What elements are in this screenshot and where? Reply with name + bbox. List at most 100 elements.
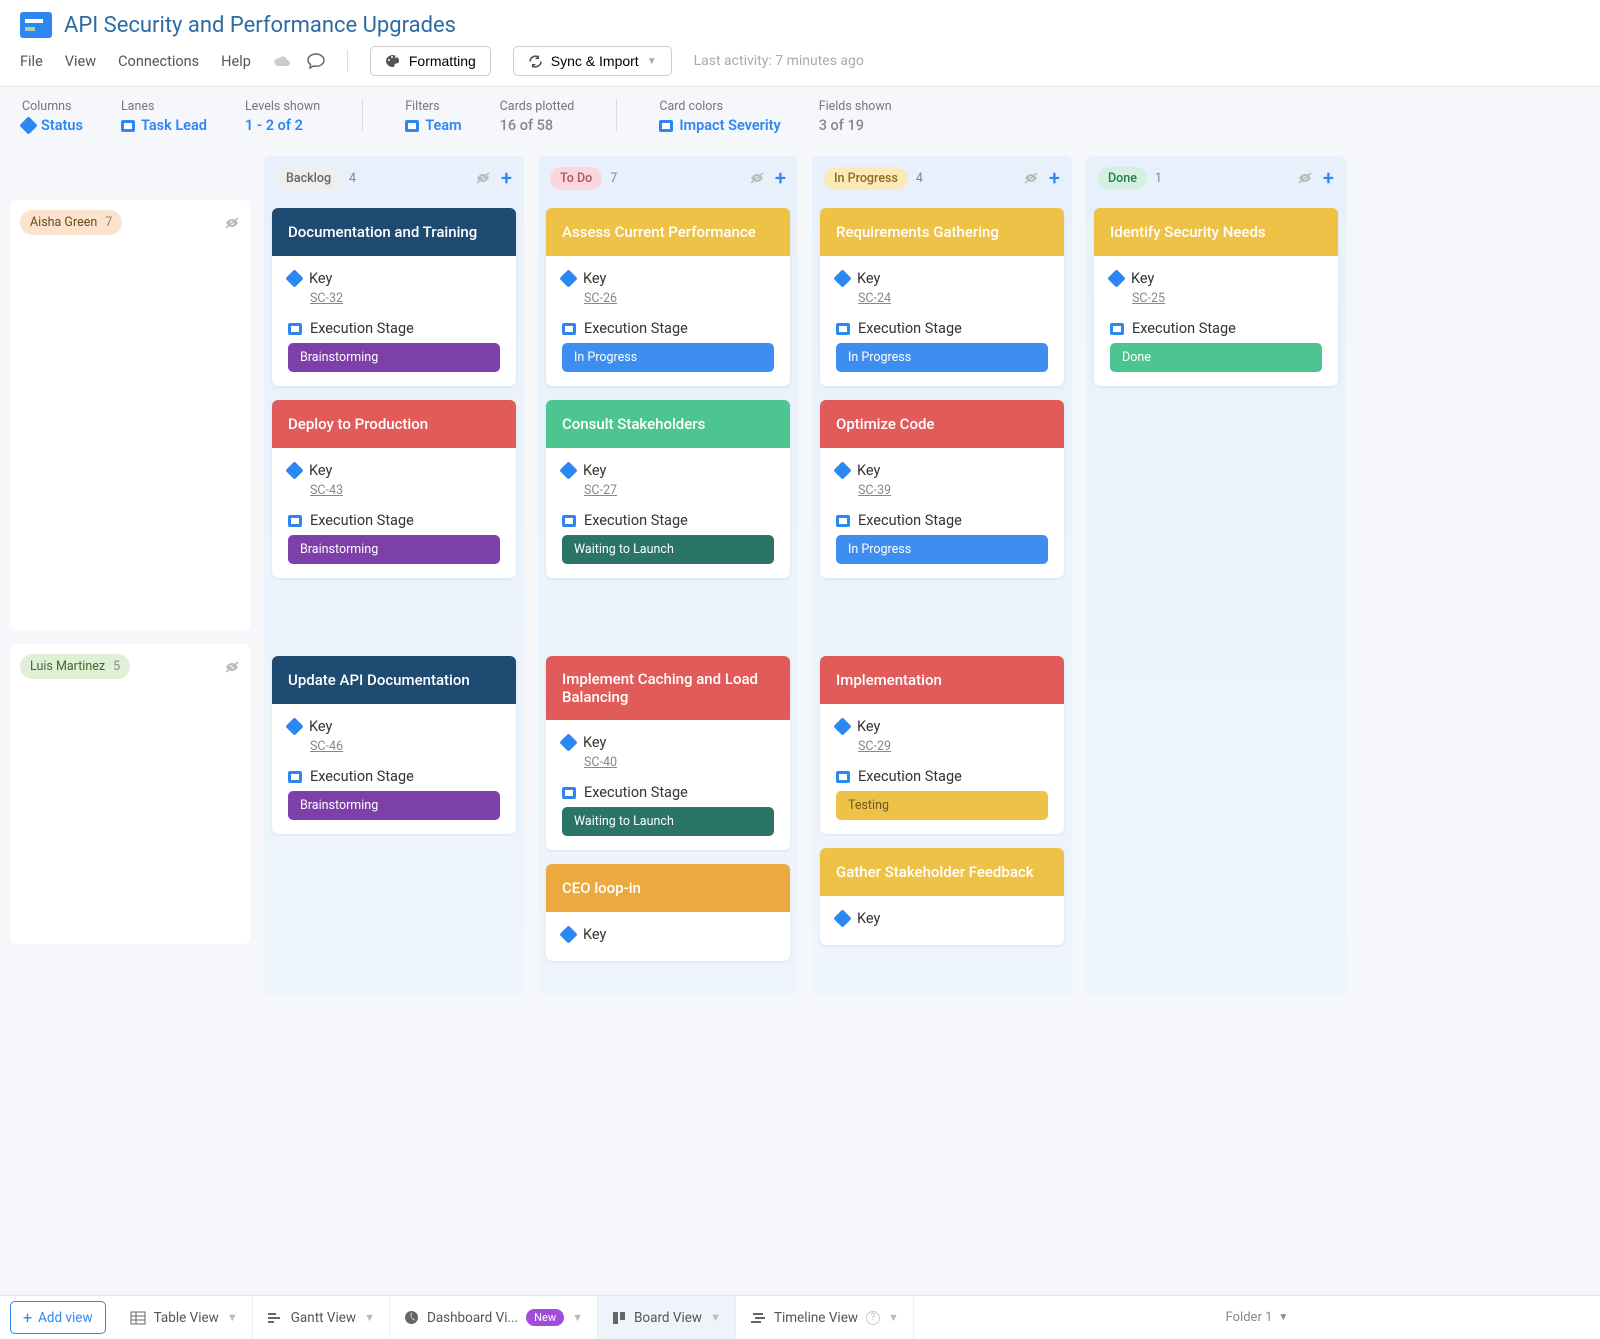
- sync-import-button[interactable]: Sync & Import ▼: [513, 46, 672, 76]
- key-value[interactable]: SC-46: [310, 739, 500, 754]
- diamond-icon: [833, 717, 851, 735]
- comment-icon[interactable]: [307, 53, 325, 69]
- tab-board-view[interactable]: Board View▼: [598, 1296, 736, 1339]
- help-icon[interactable]: ?: [866, 1311, 880, 1325]
- filter-value: Task Lead: [141, 117, 207, 134]
- bottom-tabs: + Add view Table View▼ Gantt View▼ Dashb…: [0, 1295, 1600, 1339]
- hide-column-icon[interactable]: [1023, 171, 1039, 185]
- key-label: Key: [309, 270, 332, 287]
- column-count: 7: [610, 171, 617, 186]
- formatting-button[interactable]: Formatting: [370, 46, 491, 76]
- add-card-icon[interactable]: +: [1323, 166, 1334, 190]
- filter-columns[interactable]: Columns Status: [22, 99, 83, 134]
- column-name-pill[interactable]: Done: [1098, 167, 1147, 190]
- column-name-pill[interactable]: In Progress: [824, 167, 908, 190]
- column-backlog: Backlog 4 + Documentation and Training K…: [264, 156, 524, 995]
- tab-table-view[interactable]: Table View▼: [116, 1296, 253, 1339]
- hide-column-icon[interactable]: [475, 171, 491, 185]
- kanban-card[interactable]: Documentation and Training Key SC-32 Execu…: [272, 208, 516, 386]
- kanban-card[interactable]: Implement Caching and Load Balancing Key…: [546, 656, 790, 850]
- filter-lanes[interactable]: Lanes Task Lead: [121, 99, 207, 134]
- card-title: Assess Current Performance: [546, 208, 790, 256]
- column-inprogress: In Progress 4 + Requirements Gathering K…: [812, 156, 1072, 995]
- filter-label: Levels shown: [245, 99, 320, 114]
- menubar: File View Connections Help Formatting Sy…: [20, 46, 1580, 86]
- key-value[interactable]: SC-40: [584, 755, 774, 770]
- key-field: Key: [562, 462, 774, 479]
- column-header: Backlog 4 +: [264, 156, 524, 200]
- key-label: Key: [583, 926, 606, 943]
- menu-view[interactable]: View: [65, 53, 96, 70]
- stage-badge: Testing: [836, 791, 1048, 820]
- new-badge: New: [526, 1309, 564, 1326]
- key-value[interactable]: SC-27: [584, 483, 774, 498]
- lane-pill[interactable]: Aisha Green 7: [20, 210, 122, 235]
- diamond-icon: [559, 269, 577, 287]
- hide-column-icon[interactable]: [1297, 171, 1313, 185]
- kanban-card[interactable]: Implementation KeySC-29Execution Stage T…: [820, 656, 1064, 834]
- key-value[interactable]: SC-32: [310, 291, 500, 306]
- key-value[interactable]: SC-25: [1132, 291, 1322, 306]
- card-title: Documentation and Training: [272, 208, 516, 256]
- lane-aisha: Aisha Green 7: [10, 200, 250, 630]
- folder-selector[interactable]: Folder 1 ▼: [1226, 1310, 1289, 1325]
- lane-pill[interactable]: Luis Martinez 5: [20, 654, 130, 679]
- chevron-down-icon[interactable]: ▼: [710, 1311, 721, 1324]
- card-body: KeySC-25Execution Stage Done: [1094, 256, 1338, 386]
- column-name-pill[interactable]: To Do: [550, 167, 602, 190]
- chevron-down-icon[interactable]: ▼: [888, 1311, 899, 1324]
- tab-gantt-view[interactable]: Gantt View▼: [253, 1296, 390, 1339]
- kanban-card[interactable]: Deploy to Production KeySC-43Execution S…: [272, 400, 516, 578]
- key-value[interactable]: SC-43: [310, 483, 500, 498]
- execution-stage-field: Execution Stage: [288, 320, 500, 337]
- filter-card-colors[interactable]: Card colors Impact Severity: [659, 99, 780, 134]
- kanban-card[interactable]: Optimize Code KeySC-39Execution Stage In…: [820, 400, 1064, 578]
- execution-stage-label: Execution Stage: [858, 320, 962, 337]
- column-body: Assess Current Performance KeySC-26Execu…: [538, 200, 798, 995]
- chevron-down-icon[interactable]: ▼: [227, 1311, 238, 1324]
- key-field: Key: [562, 270, 774, 287]
- execution-stage-label: Execution Stage: [858, 768, 962, 785]
- menu-file[interactable]: File: [20, 53, 43, 70]
- kanban-card[interactable]: Requirements Gathering KeySC-24Execution…: [820, 208, 1064, 386]
- column-name-pill[interactable]: Backlog: [276, 167, 341, 190]
- hide-column-icon[interactable]: [749, 171, 765, 185]
- add-card-icon[interactable]: +: [501, 166, 512, 190]
- kanban-card[interactable]: Identify Security Needs KeySC-25Executio…: [1094, 208, 1338, 386]
- kanban-card[interactable]: Gather Stakeholder Feedback Key: [820, 848, 1064, 945]
- hide-lane-icon[interactable]: [224, 216, 240, 230]
- card-title: Identify Security Needs: [1094, 208, 1338, 256]
- key-label: Key: [857, 462, 880, 479]
- chevron-down-icon: ▼: [647, 56, 657, 67]
- filter-filters[interactable]: Filters Team: [405, 99, 461, 134]
- add-card-icon[interactable]: +: [1049, 166, 1060, 190]
- menu-help[interactable]: Help: [221, 53, 251, 70]
- key-value[interactable]: SC-24: [858, 291, 1048, 306]
- diamond-icon: [833, 269, 851, 287]
- key-field: Key: [288, 718, 500, 735]
- board-icon: [1110, 323, 1124, 335]
- key-value[interactable]: SC-39: [858, 483, 1048, 498]
- kanban-card[interactable]: Consult Stakeholders KeySC-27Execution S…: [546, 400, 790, 578]
- kanban-board: Aisha Green 7 Luis Martinez 5 Backlog 4: [0, 146, 1600, 1055]
- hide-lane-icon[interactable]: [224, 660, 240, 674]
- key-value[interactable]: SC-26: [584, 291, 774, 306]
- filter-fields-shown[interactable]: Fields shown 3 of 19: [819, 99, 892, 134]
- column-count: 4: [349, 171, 356, 186]
- menu-connections[interactable]: Connections: [118, 53, 199, 70]
- kanban-card[interactable]: Assess Current Performance KeySC-26Execu…: [546, 208, 790, 386]
- chevron-down-icon[interactable]: ▼: [572, 1311, 583, 1324]
- cloud-icon[interactable]: [273, 54, 291, 68]
- add-view-button[interactable]: + Add view: [10, 1301, 106, 1334]
- chevron-down-icon[interactable]: ▼: [364, 1311, 375, 1324]
- kanban-card[interactable]: CEO loop-in Key: [546, 864, 790, 961]
- kanban-card[interactable]: Update API Documentation KeySC-46Executi…: [272, 656, 516, 834]
- filter-levels[interactable]: Levels shown 1 - 2 of 2: [245, 99, 320, 134]
- column-count: 1: [1155, 171, 1162, 186]
- add-card-icon[interactable]: +: [775, 166, 786, 190]
- tab-dashboard-vi-[interactable]: Dashboard Vi...New▼: [390, 1296, 598, 1339]
- key-value[interactable]: SC-29: [858, 739, 1048, 754]
- key-field: Key: [1110, 270, 1322, 287]
- filter-cards-plotted[interactable]: Cards plotted 16 of 58: [500, 99, 575, 134]
- tab-timeline-view[interactable]: Timeline View?▼: [736, 1296, 914, 1339]
